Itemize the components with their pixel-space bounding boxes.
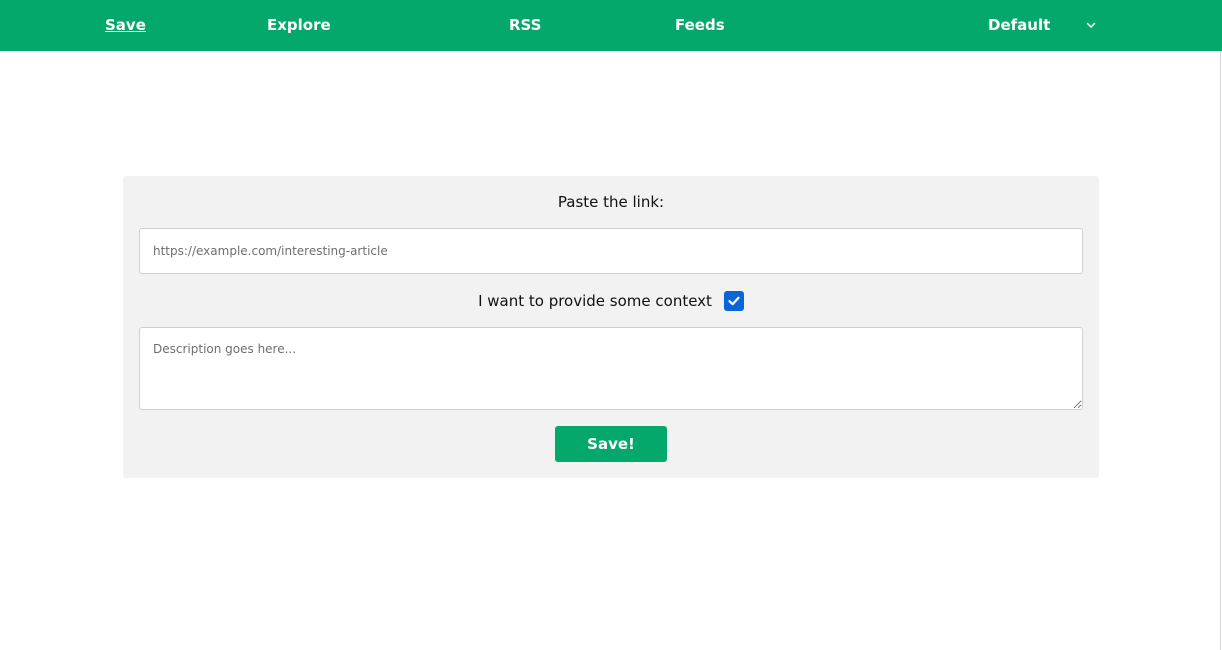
top-navbar: Save Explore RSS Feeds Default (0, 0, 1222, 51)
page-edge (1220, 51, 1221, 650)
nav-feeds[interactable]: Feeds (675, 0, 725, 51)
nav-rss[interactable]: RSS (509, 0, 541, 51)
checkmark-icon (728, 296, 740, 306)
context-row: I want to provide some context (123, 289, 1099, 313)
chevron-down-icon[interactable] (1085, 19, 1097, 31)
context-checkbox[interactable] (723, 291, 744, 311)
nav-explore[interactable]: Explore (267, 0, 331, 51)
description-input[interactable] (139, 327, 1083, 410)
save-button[interactable]: Save! (555, 426, 667, 462)
save-link-form: Paste the link: I want to provide some c… (123, 176, 1099, 478)
link-input[interactable] (139, 228, 1083, 274)
context-label: I want to provide some context (478, 292, 712, 310)
link-label: Paste the link: (557, 193, 665, 211)
theme-select[interactable]: Default (988, 0, 1050, 51)
nav-save[interactable]: Save (105, 0, 146, 51)
